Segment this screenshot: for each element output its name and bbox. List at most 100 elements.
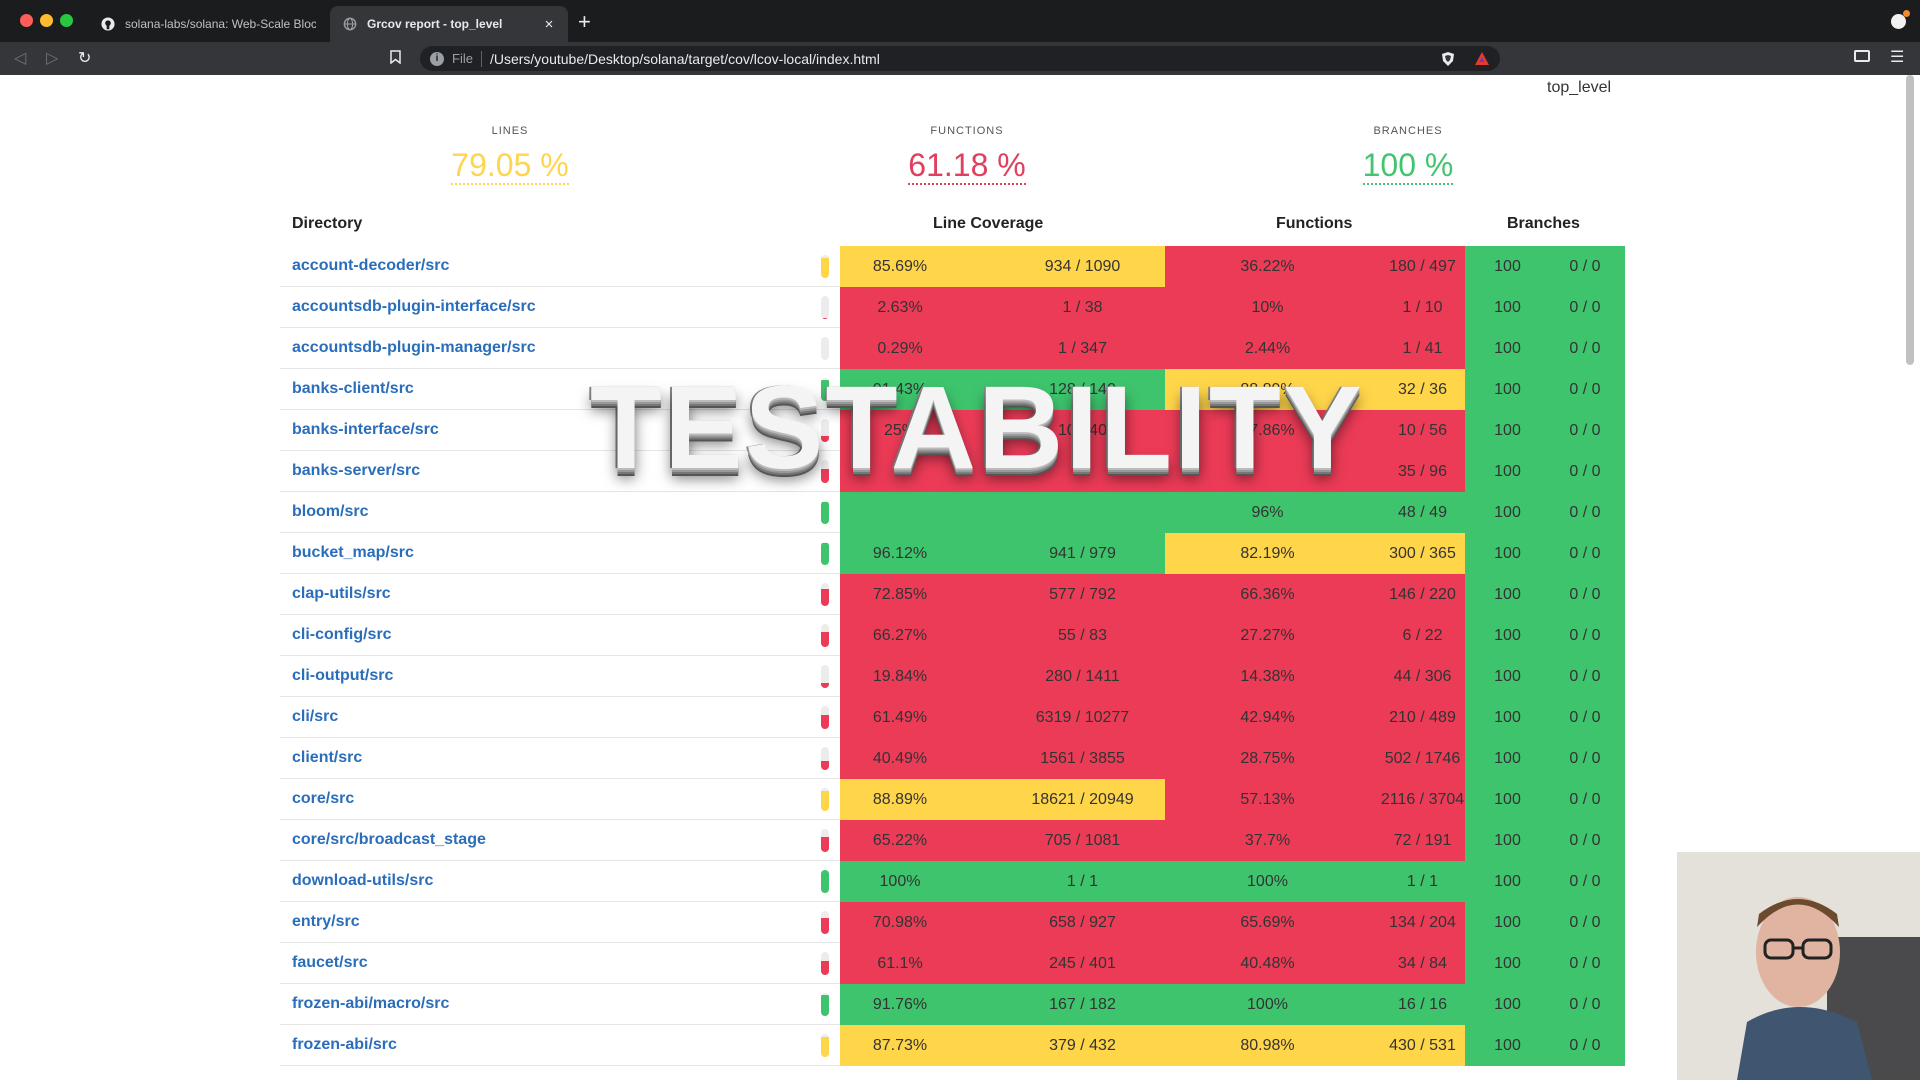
line-percent: 61.1%	[877, 954, 923, 972]
line-fraction: 577 / 792	[1049, 585, 1116, 603]
info-icon[interactable]: i	[430, 51, 444, 66]
header-branches: Branches	[1507, 215, 1580, 232]
coverage-bar-fill	[821, 318, 829, 319]
browser-chrome: solana-labs/solana: Web-Scale Blockchain…	[0, 0, 1920, 75]
close-window-button[interactable]	[20, 14, 33, 27]
scrollbar[interactable]	[1906, 75, 1914, 365]
menu-icon[interactable]: ☰	[1890, 47, 1904, 67]
coverage-bar-fill	[821, 258, 829, 278]
branch-fraction: 0 / 0	[1569, 380, 1601, 398]
line-percent: 96.12%	[872, 544, 928, 562]
directory-link[interactable]: cli/src	[292, 708, 338, 726]
function-percent: 82.19%	[1240, 544, 1295, 562]
header-functions: Functions	[1276, 215, 1353, 232]
branch-percent: 100	[1494, 626, 1521, 644]
coverage-bar-fill	[821, 589, 829, 606]
directory-link[interactable]: bloom/src	[292, 503, 368, 521]
directory-link[interactable]: cli-output/src	[292, 667, 393, 685]
table-row: core/src/broadcast_stage 65.22% 705 / 1081…	[280, 820, 1625, 861]
url-text[interactable]: /Users/youtube/Desktop/solana/target/cov…	[490, 51, 880, 67]
coverage-bar	[821, 296, 829, 319]
coverage-bar-fill	[821, 837, 829, 852]
line-fraction: 658 / 927	[1049, 913, 1116, 931]
directory-link[interactable]: banks-client/src	[292, 380, 414, 398]
function-percent: 65.69%	[1240, 913, 1295, 931]
directory-link[interactable]: download-utils/src	[292, 872, 433, 890]
branch-percent: 100	[1494, 995, 1521, 1013]
directory-link[interactable]: accountsdb-plugin-interface/src	[292, 298, 536, 316]
line-percent: 65.22%	[872, 831, 928, 849]
directory-link[interactable]: banks-interface/src	[292, 421, 439, 439]
forward-arrow-icon[interactable]: ▷	[46, 48, 58, 68]
tab-grcov-report[interactable]: Grcov report - top_level ×	[330, 6, 568, 42]
branch-percent: 100	[1494, 667, 1521, 685]
directory-link[interactable]: accountsdb-plugin-manager/src	[292, 339, 536, 357]
coverage-bar-fill	[821, 960, 829, 975]
coverage-bar	[821, 952, 829, 975]
branch-fraction: 0 / 0	[1569, 626, 1601, 644]
directory-link[interactable]: core/src/broadcast_stage	[292, 831, 486, 849]
function-percent: 28.75%	[1240, 749, 1295, 767]
coverage-bar	[821, 829, 829, 852]
table-row: bucket_map/src 96.12% 941 / 979 82.19% 300 /…	[280, 533, 1625, 574]
directory-link[interactable]: clap-utils/src	[292, 585, 391, 603]
coverage-bar	[821, 747, 829, 770]
close-tab-icon[interactable]: ×	[542, 16, 556, 33]
new-tab-icon[interactable]: +	[578, 9, 591, 35]
bookmark-icon[interactable]	[390, 50, 401, 67]
branch-fraction: 0 / 0	[1569, 503, 1601, 521]
back-arrow-icon[interactable]: ◁	[14, 48, 26, 68]
maximize-window-button[interactable]	[60, 14, 73, 27]
line-percent: 91.76%	[872, 995, 928, 1013]
profile-icon[interactable]	[1891, 10, 1910, 29]
branch-percent: 100	[1494, 503, 1521, 521]
address-bar[interactable]: i File /Users/youtube/Desktop/solana/tar…	[420, 46, 1500, 71]
directory-link[interactable]: frozen-abi/src	[292, 1036, 397, 1054]
summary-lines-value-text: 79.05 %	[451, 147, 569, 185]
directory-link[interactable]: core/src	[292, 790, 354, 808]
directory-link[interactable]: cli-config/src	[292, 626, 392, 644]
table-row: faucet/src 61.1% 245 / 401 40.48% 34 / 84 100…	[280, 943, 1625, 984]
branch-fraction: 0 / 0	[1569, 872, 1601, 890]
branch-percent: 100	[1494, 544, 1521, 562]
brave-shield-icon[interactable]	[1440, 51, 1456, 72]
directory-link[interactable]: client/src	[292, 749, 362, 767]
coverage-bar	[821, 870, 829, 893]
line-percent: 87.73%	[872, 1036, 928, 1054]
coverage-bar-fill	[821, 790, 829, 811]
directory-link[interactable]: faucet/src	[292, 954, 368, 972]
coverage-bar-fill	[821, 760, 829, 770]
tab-strip: solana-labs/solana: Web-Scale Blockchain…	[0, 0, 1920, 42]
line-fraction: 379 / 432	[1049, 1036, 1116, 1054]
table-row: accountsdb-plugin-interface/src 2.63% 1 / …	[280, 287, 1625, 328]
summary-lines-value: 79.05 %	[410, 147, 610, 185]
directory-link[interactable]: banks-server/src	[292, 462, 420, 480]
directory-link[interactable]: frozen-abi/macro/src	[292, 995, 449, 1013]
branch-fraction: 0 / 0	[1569, 708, 1601, 726]
coverage-bar	[821, 255, 829, 278]
branch-fraction: 0 / 0	[1569, 749, 1601, 767]
function-percent: 96%	[1251, 503, 1284, 521]
function-percent: 27.27%	[1240, 626, 1295, 644]
breadcrumb[interactable]: top_level	[1547, 79, 1611, 97]
line-percent	[840, 492, 960, 533]
minimize-window-button[interactable]	[40, 14, 53, 27]
line-percent: 19.84%	[872, 667, 928, 685]
reload-icon[interactable]: ↻	[78, 48, 91, 68]
brave-rewards-icon[interactable]	[1474, 51, 1490, 72]
table-row: frozen-abi/macro/src 91.76% 167 / 182 100% 1…	[280, 984, 1625, 1025]
directory-link[interactable]: entry/src	[292, 913, 360, 931]
function-percent: 42.94%	[1240, 708, 1295, 726]
summary-branches-value-text: 100 %	[1362, 147, 1454, 185]
directory-link[interactable]: account-decoder/src	[292, 257, 449, 275]
coverage-bar	[821, 911, 829, 934]
function-percent: 14.38%	[1240, 667, 1295, 685]
coverage-bar-fill	[821, 502, 829, 524]
function-percent: 10%	[1251, 298, 1284, 316]
wallet-icon[interactable]	[1854, 50, 1870, 62]
line-percent: 88.89%	[872, 790, 928, 808]
branch-percent: 100	[1494, 872, 1521, 890]
directory-link[interactable]: bucket_map/src	[292, 544, 414, 562]
tab-github[interactable]: solana-labs/solana: Web-Scale Blockchain	[88, 6, 328, 42]
table-row: client/src 40.49% 1561 / 3855 28.75% 502 / 1…	[280, 738, 1625, 779]
